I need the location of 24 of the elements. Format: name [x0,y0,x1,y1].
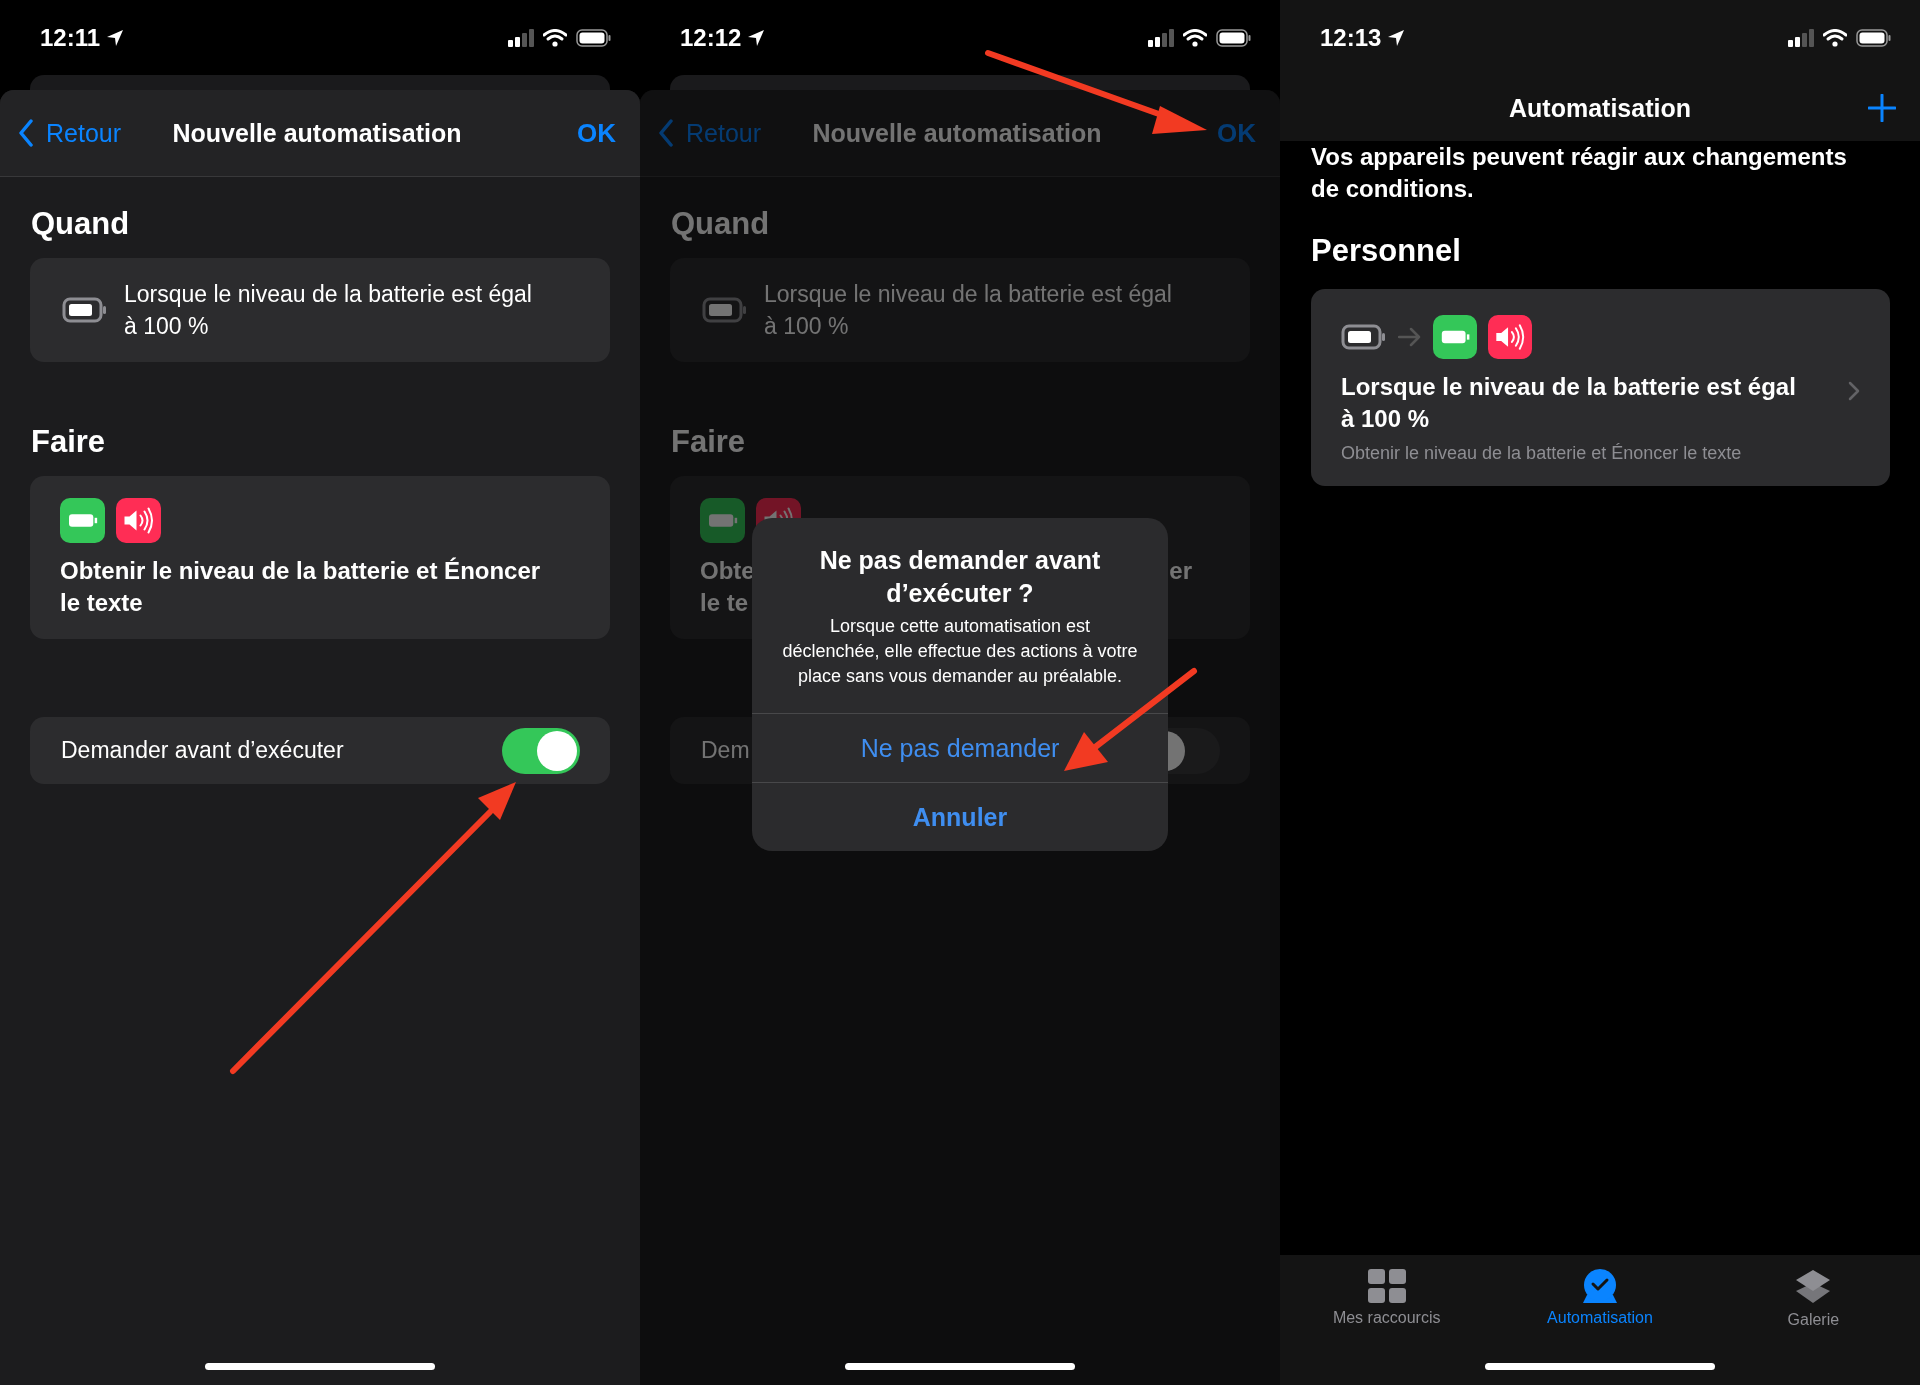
actions-text: Obtenir le niveau de la batterie et Énoncer le texte [60,556,542,618]
section-heading: Quand [31,205,131,243]
setting-label: Dem [701,737,750,764]
status-time: 12:12 [680,23,742,52]
section-heading: Faire [671,423,747,461]
screen-title: Nouvelle automatisation [812,118,1102,148]
trigger-text: Lorsque le niveau de la batterie est égal à 100 % [124,280,532,341]
actions-text: er [1169,556,1192,586]
section-heading: Quand [671,205,771,243]
section-heading: Faire [31,423,107,461]
dialog-title: Ne pas demander avant d’exécuter ? [818,545,1102,609]
section-heading: Personnel [1311,232,1462,270]
setting-label: Demander avant d’exécuter [61,737,344,764]
status-time: 12:11 [40,23,101,52]
status-time: 12:13 [1320,23,1382,52]
dialog-message: Lorsque cette automatisation est déclenchée, elle effectue des actions à votre place sans vous demander au préalable. [782,615,1138,688]
actions-text: Obte [700,556,755,586]
actions-text: le te [700,588,749,618]
automation-title: Lorsque le niveau de la batterie est égal à 100 % [1341,372,1796,434]
trigger-text: Lorsque le niveau de la batterie est égal à 100 % [764,280,1172,341]
automation-subtitle: Obtenir le niveau de la batterie et Énoncer le texte [1341,443,1743,464]
screen-title: Automatisation [1509,93,1691,123]
screen-title: Nouvelle automatisation [172,118,462,148]
intro-text: Vos appareils peuvent réagir aux changements de conditions. [1311,142,1848,204]
